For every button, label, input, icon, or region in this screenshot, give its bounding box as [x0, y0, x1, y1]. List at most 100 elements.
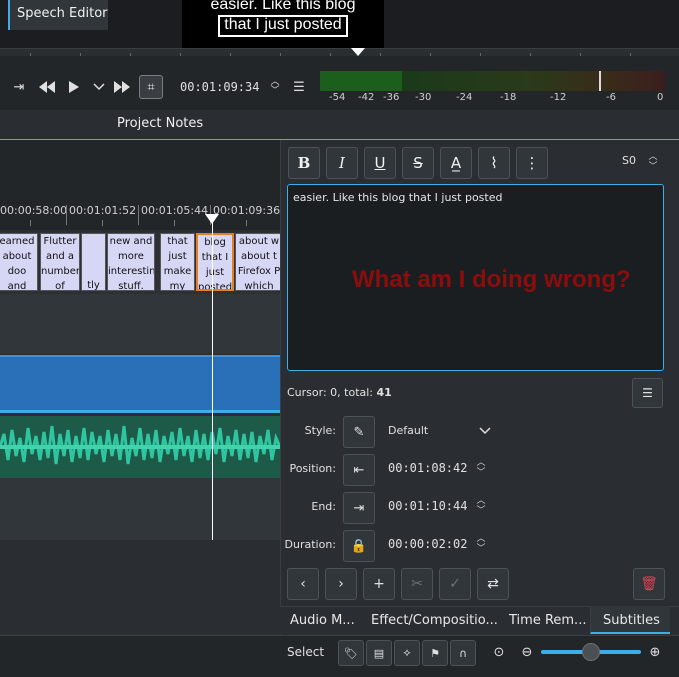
clear-format-button[interactable]: ⌇ — [478, 147, 510, 179]
edit-style-button[interactable]: ✎ — [343, 416, 375, 448]
zoom-in-button[interactable]: ⊕ — [647, 643, 663, 661]
timeline-playhead-handle[interactable] — [205, 214, 219, 224]
ruler-label: 00:01:09:36 — [213, 204, 281, 217]
bold-icon: B — [297, 154, 311, 172]
thumbnails-button[interactable]: ▤ — [366, 640, 392, 666]
lock-icon: 🔒 — [350, 538, 368, 554]
italic-button[interactable]: I — [326, 147, 358, 179]
set-position-button[interactable]: ⇤ — [343, 454, 375, 486]
underline-button[interactable]: U — [364, 147, 396, 179]
layer-spinner[interactable]: ︿ ﹀ — [646, 151, 660, 173]
spin-down-icon: ﹀ — [648, 162, 658, 172]
monitor-subtitle-line2: that I just posted — [224, 16, 342, 33]
subtitle-text[interactable]: easier. Like this blog that I just poste… — [293, 191, 502, 204]
apply-button[interactable]: ✓ — [439, 568, 471, 600]
previous-subtitle-button[interactable]: ‹ — [287, 568, 319, 600]
snap-button[interactable]: ∩ — [450, 640, 476, 666]
video-clip[interactable] — [0, 355, 280, 413]
tab-time-remap[interactable]: Time Rem... — [509, 613, 586, 628]
timecode-display[interactable]: 00:01:09:34 — [180, 80, 259, 94]
subtitle-clip[interactable]: that just make my life — [160, 233, 195, 291]
panel-menu-button[interactable]: ☰ — [632, 378, 663, 408]
go-to-out-icon[interactable]: ⇥ — [8, 76, 30, 98]
end-value[interactable]: 00:01:10:44 — [388, 499, 467, 513]
add-subtitle-button[interactable]: + — [363, 568, 395, 600]
subtitle-clip[interactable]: tly — [81, 233, 106, 291]
layer-value[interactable]: S0 — [622, 154, 636, 167]
font-color-icon: A̲ — [450, 154, 462, 172]
empty-track[interactable] — [0, 478, 280, 540]
style-select[interactable]: Default — [388, 424, 428, 437]
end-label: End: — [311, 500, 336, 513]
film-icon: ▤ — [373, 646, 385, 660]
timeline-empty-area[interactable] — [0, 540, 280, 635]
video-monitor[interactable]: easier. Like this blog that I just poste… — [182, 0, 384, 48]
ruler-label: 00:00:58:00 — [0, 204, 68, 217]
tab-effects[interactable]: Effect/Compositio... — [371, 613, 498, 628]
rewind-button[interactable] — [36, 76, 58, 98]
tab-audio-mixer[interactable]: Audio M... — [290, 613, 355, 628]
dock-tabs — [0, 110, 679, 140]
timecode-spinner[interactable]: ︿ ﹀ — [264, 76, 286, 98]
subtitle-settings-button[interactable]: ⇄ — [477, 568, 509, 600]
style-dropdown[interactable] — [478, 425, 492, 437]
more-icon: ⋮ — [524, 154, 540, 172]
waveform-icon: ⟡ — [403, 646, 411, 659]
zoom-slider-handle[interactable] — [582, 643, 600, 661]
tab-subtitles[interactable]: Subtitles — [603, 613, 660, 628]
subtitle-clip[interactable]: Flutter and a number of — [40, 233, 80, 291]
strikethrough-button[interactable]: S — [402, 147, 434, 179]
zoom-out-button[interactable]: ⊖ — [519, 643, 535, 661]
set-start-icon: ⇤ — [353, 462, 365, 478]
duration-label: Duration: — [284, 538, 336, 551]
tab-project-notes[interactable]: Project Notes — [117, 116, 203, 131]
zoom-fit-icon: ⊙ — [493, 644, 505, 660]
zoom-in-icon: ⊕ — [649, 644, 661, 660]
font-color-button[interactable]: A̲ — [440, 147, 472, 179]
play-button[interactable] — [63, 76, 85, 98]
annotation-overlay: What am I doing wrong? — [352, 266, 631, 293]
empty-track[interactable] — [0, 294, 280, 354]
split-subtitle-button[interactable]: ✂ — [401, 568, 433, 600]
flag-icon: ⚑ — [430, 646, 440, 660]
duration-spinner[interactable]: ︿ ﹀ — [474, 534, 488, 556]
subtitle-clip[interactable]: about w about t Firefox P which — [235, 233, 283, 291]
monitor-menu-button[interactable]: ☰ — [288, 76, 310, 98]
tab-speech-editor[interactable]: Speech Editor — [8, 0, 108, 30]
audio-thumbnails-button[interactable]: ⟡ — [394, 640, 420, 666]
monitor-subtitle-line1: easier. Like this blog — [210, 0, 356, 13]
monitor-ruler[interactable] — [0, 48, 679, 56]
lock-duration-button[interactable]: 🔒 — [343, 530, 375, 562]
timeline-playhead[interactable] — [212, 220, 213, 540]
duration-value[interactable]: 00:00:02:02 — [388, 537, 467, 551]
subtitle-clip[interactable]: new and more interesting stuff. — [107, 233, 155, 291]
forward-button[interactable] — [111, 76, 133, 98]
vu-label: 0 — [657, 92, 664, 103]
audio-clip[interactable] — [0, 416, 280, 478]
zone-crop-button[interactable]: ⌗ — [139, 75, 163, 99]
spin-down-icon: ﹀ — [270, 86, 280, 96]
delete-subtitle-button[interactable]: 🗑 — [633, 568, 665, 600]
tool-mode-label: Select — [287, 645, 325, 659]
next-subtitle-button[interactable]: › — [325, 568, 357, 600]
subtitle-clip-selected[interactable]: blog that I just posted — [196, 233, 234, 291]
bold-button[interactable]: B — [288, 147, 320, 179]
spin-down-icon: ﹀ — [476, 468, 486, 478]
position-value[interactable]: 00:01:08:42 — [388, 461, 467, 475]
cursor-label: Cursor: 0, total: — [287, 386, 377, 399]
markers-button[interactable]: ⚑ — [422, 640, 448, 666]
chevron-right-icon: › — [338, 576, 344, 592]
tag-button[interactable]: 🏷 — [338, 640, 364, 666]
forward-icon — [114, 81, 130, 93]
zoom-fit-button[interactable]: ⊙ — [491, 643, 507, 661]
tag-icon: 🏷 — [344, 646, 358, 660]
monitor-playhead[interactable] — [351, 48, 365, 56]
play-options-dropdown[interactable] — [88, 76, 110, 98]
subtitle-clip[interactable]: earned about doo and then I — [0, 233, 38, 291]
audio-level-meter — [320, 71, 665, 91]
end-spinner[interactable]: ︿ ﹀ — [474, 496, 488, 518]
more-options-button[interactable]: ⋮ — [516, 147, 548, 179]
position-spinner[interactable]: ︿ ﹀ — [474, 458, 488, 480]
style-label: Style: — [304, 424, 336, 437]
set-end-button[interactable]: ⇥ — [343, 492, 375, 524]
